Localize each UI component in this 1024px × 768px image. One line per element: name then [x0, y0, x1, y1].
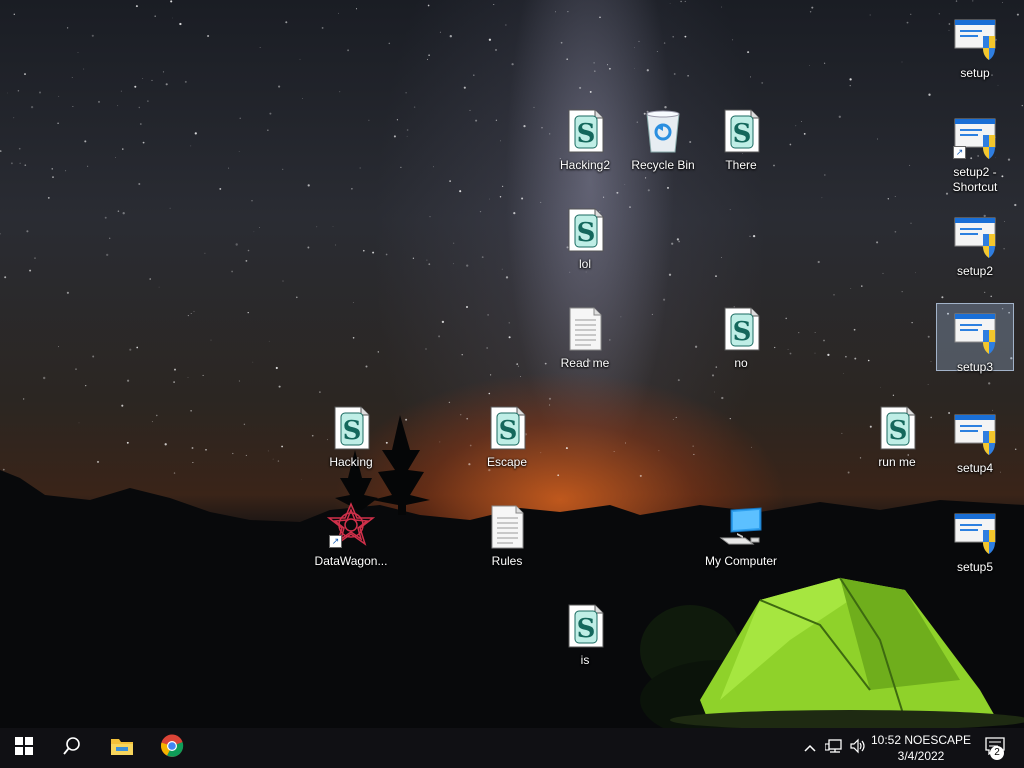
show-hidden-icons-button[interactable]: [800, 728, 820, 768]
desktop-icon-label: no: [734, 356, 748, 370]
installer-icon: [951, 212, 999, 260]
desktop-icon-label: DataWagon...: [314, 554, 388, 568]
desktop-icon-label: setup4: [956, 461, 994, 475]
desktop-icon-label: setup3: [956, 360, 994, 374]
desktop-icon-datawagon[interactable]: ↗ DataWagon...: [312, 498, 390, 588]
network-icon: [824, 738, 843, 759]
search-button[interactable]: [48, 728, 96, 768]
desktop-icon-label: run me: [878, 455, 916, 469]
windows-logo-icon: [15, 736, 33, 760]
taskbar-file-explorer[interactable]: [98, 728, 146, 768]
chevron-up-icon: [804, 739, 816, 757]
svg-text:S: S: [889, 416, 908, 446]
desktop-icon-recycle-bin[interactable]: Recycle Bin: [624, 102, 702, 192]
installer-icon: [951, 14, 999, 62]
desktop-icon-label: Escape: [486, 455, 528, 469]
notification-count-badge: 2: [990, 746, 1004, 760]
desktop-icon-label: setup2 - Shortcut: [952, 165, 998, 194]
desktop-icon-label: setup5: [956, 560, 994, 574]
taskbar: 10:52 NOESCAPE 3/4/2022: [0, 728, 1024, 768]
desktop-icon-label: Recycle Bin: [631, 158, 695, 172]
desktop-icon-lol[interactable]: S lol: [546, 201, 624, 291]
installer-icon: [951, 308, 999, 356]
svg-text:S: S: [577, 119, 596, 149]
desktop-icon-label: lol: [578, 257, 591, 271]
script-icon: S: [717, 304, 765, 352]
script-icon: S: [873, 403, 921, 451]
desktop-icon-no[interactable]: S no: [702, 300, 780, 390]
desktop-icon-label: setup: [960, 66, 990, 80]
installer-icon: [951, 508, 999, 556]
desktop-icon-label: There: [725, 158, 757, 172]
volume-button[interactable]: [846, 728, 870, 768]
datawagon-app-icon: ↗: [326, 502, 376, 550]
desktop-icon-setup5[interactable]: setup5: [936, 504, 1014, 594]
desktop-icon-setup[interactable]: setup: [936, 10, 1014, 100]
clock-date: 3/4/2022: [897, 749, 945, 763]
clock-user: NOESCAPE: [904, 733, 972, 747]
svg-text:S: S: [577, 614, 596, 644]
network-button[interactable]: [822, 728, 846, 768]
recycle-bin-icon: [639, 106, 687, 154]
desktop-icon-label: Read me: [560, 356, 610, 370]
script-icon: S: [483, 403, 531, 451]
text-file-icon: [483, 502, 531, 550]
shortcut-arrow-icon: ↗: [329, 535, 342, 548]
taskbar-clock[interactable]: 10:52 NOESCAPE 3/4/2022: [868, 732, 974, 764]
svg-text:S: S: [577, 218, 596, 248]
text-file-icon: [561, 304, 609, 352]
volume-icon: [849, 738, 867, 759]
installer-icon: [951, 409, 999, 457]
svg-text:S: S: [733, 317, 752, 347]
folder-icon: [110, 736, 134, 761]
script-icon: S: [561, 601, 609, 649]
clock-time: 10:52: [870, 733, 901, 747]
computer-icon: [717, 502, 765, 550]
desktop-icon-read-me[interactable]: Read me: [546, 300, 624, 390]
script-icon: S: [327, 403, 375, 451]
search-icon: [63, 736, 81, 760]
desktop-icon-rules[interactable]: Rules: [468, 498, 546, 588]
desktop-icon-label: Rules: [491, 554, 523, 568]
desktop-icon-escape[interactable]: S Escape: [468, 399, 546, 489]
desktop-icon-setup2-shortcut[interactable]: ↗ setup2 - Shortcut: [936, 109, 1014, 199]
desktop-icon-hacking2[interactable]: S Hacking2: [546, 102, 624, 192]
script-icon: S: [561, 106, 609, 154]
desktop-icon-my-computer[interactable]: My Computer: [702, 498, 780, 588]
desktop-icon-label: Hacking: [329, 455, 373, 469]
svg-text:S: S: [499, 416, 518, 446]
installer-icon: ↗: [951, 113, 999, 161]
script-icon: S: [561, 205, 609, 253]
desktop-icon-there[interactable]: S There: [702, 102, 780, 192]
desktop-icon-label: setup2: [956, 264, 994, 278]
desktop-icon-run-me[interactable]: S run me: [858, 399, 936, 489]
svg-text:S: S: [343, 416, 362, 446]
chrome-icon: [160, 734, 184, 763]
desktop[interactable]: setup ↗ setup2 - Shortcut setup2 setup3 …: [0, 0, 1024, 728]
start-button[interactable]: [0, 728, 48, 768]
desktop-icon-is[interactable]: S is: [546, 597, 624, 687]
taskbar-google-chrome[interactable]: [148, 728, 196, 768]
desktop-icon-setup2[interactable]: setup2: [936, 208, 1014, 298]
desktop-icon-setup4[interactable]: setup4: [936, 405, 1014, 495]
shortcut-arrow-icon: ↗: [953, 146, 966, 159]
desktop-icon-label: Hacking2: [559, 158, 611, 172]
landscape: [0, 415, 1024, 728]
desktop-icon-setup3[interactable]: setup3: [936, 303, 1014, 374]
svg-text:S: S: [733, 119, 752, 149]
desktop-icon-label: is: [580, 653, 590, 667]
script-icon: S: [717, 106, 765, 154]
desktop-icon-label: My Computer: [704, 554, 778, 568]
desktop-icon-hacking[interactable]: S Hacking: [312, 399, 390, 489]
